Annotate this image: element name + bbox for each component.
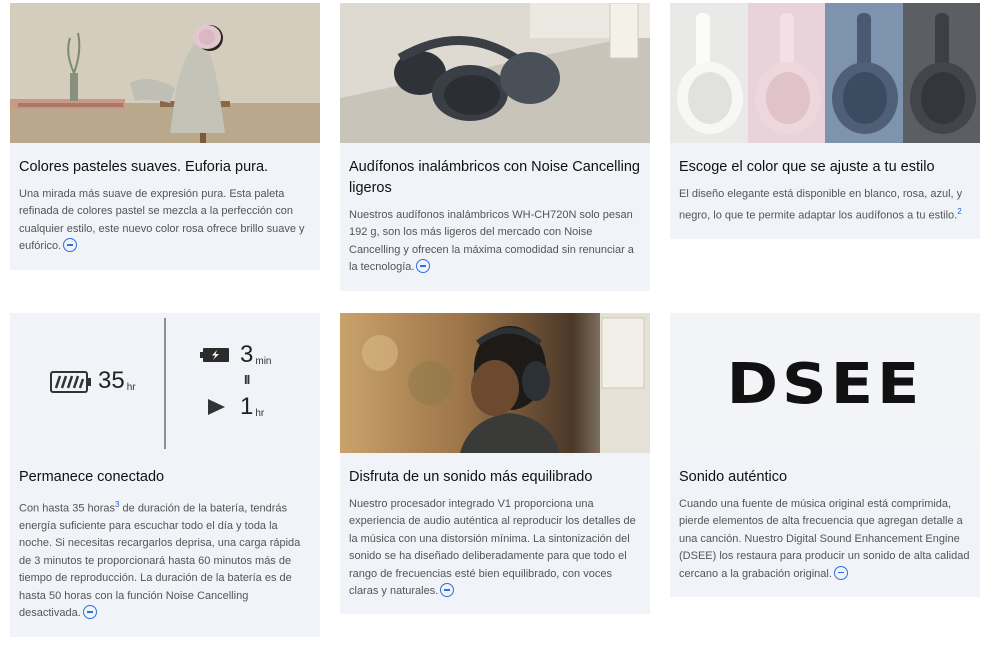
pink-variant [747, 3, 825, 143]
card-title: Permanece conectado [19, 469, 165, 485]
equals-sign: II [244, 372, 250, 387]
card-title: Disfruta de un sonido más equilibrado [349, 469, 593, 485]
blue-variant [825, 3, 903, 143]
card-stay-connected: 35 hr 3 min II 1 hr Permanece conectado … [10, 313, 320, 637]
card-pastel-colors: Colores pasteles suaves. Euforia pura. U… [10, 3, 320, 270]
footnote-ref[interactable]: 2 [957, 207, 961, 216]
card-authentic-sound: DSEE Sonido auténtico Cuando una fuente … [670, 313, 980, 598]
card-lightweight: Audífonos inalámbricos con Noise Cancell… [340, 3, 650, 291]
dsee-logo-panel: DSEE [670, 313, 980, 453]
card-color-choice: Escoge el color que se ajuste a tu estil… [670, 3, 980, 240]
white-variant [670, 3, 748, 143]
quick-charge: 3 min [200, 343, 271, 367]
battery-hours: 35 [98, 367, 125, 394]
charge-minutes-unit: min [255, 356, 272, 367]
playback-time: 1 hr [206, 395, 264, 419]
dsee-logo: DSEE [726, 350, 924, 416]
battery-life: 35 hr [50, 369, 136, 393]
card-description: Con hasta 35 horas3 de duración de la ba… [19, 500, 301, 620]
card-title: Audífonos inalámbricos con Noise Cancell… [349, 159, 640, 196]
card-description: Nuestros audífonos inalámbricos WH-CH720… [349, 209, 634, 274]
card-title: Colores pasteles suaves. Euforia pura. [19, 159, 269, 175]
card-description: El diseño elegante está disponible en bl… [679, 188, 963, 223]
collapse-icon[interactable] [833, 565, 848, 580]
collapse-icon[interactable] [63, 238, 78, 253]
charging-icon [200, 348, 229, 362]
headphones-on-table-photo [340, 3, 650, 143]
play-hours-unit: hr [255, 408, 265, 419]
collapse-icon[interactable] [82, 605, 97, 620]
color-variants-photo [670, 3, 980, 143]
card-balanced-sound: Disfruta de un sonido más equilibrado Nu… [340, 313, 650, 615]
battery-icon [50, 371, 91, 393]
black-variant [902, 3, 980, 143]
card-title: Escoge el color que se ajuste a tu estil… [679, 159, 935, 175]
play-hours: 1 [240, 393, 254, 420]
play-icon [208, 399, 225, 415]
collapse-icon[interactable] [416, 259, 431, 274]
card-description: Cuando una fuente de música original est… [679, 498, 970, 580]
battery-hours-unit: hr [126, 382, 136, 393]
card-description: Nuestro procesador integrado V1 proporci… [349, 498, 636, 598]
collapse-icon[interactable] [440, 583, 455, 598]
charge-minutes: 3 [240, 341, 254, 368]
card-description: Una mirada más suave de expresión pura. … [19, 188, 305, 253]
card-title: Sonido auténtico [679, 469, 788, 485]
battery-graphic: 35 hr 3 min II 1 hr [10, 313, 320, 453]
man-with-headphones-photo [340, 313, 650, 453]
woman-with-headphones-photo [10, 3, 320, 143]
